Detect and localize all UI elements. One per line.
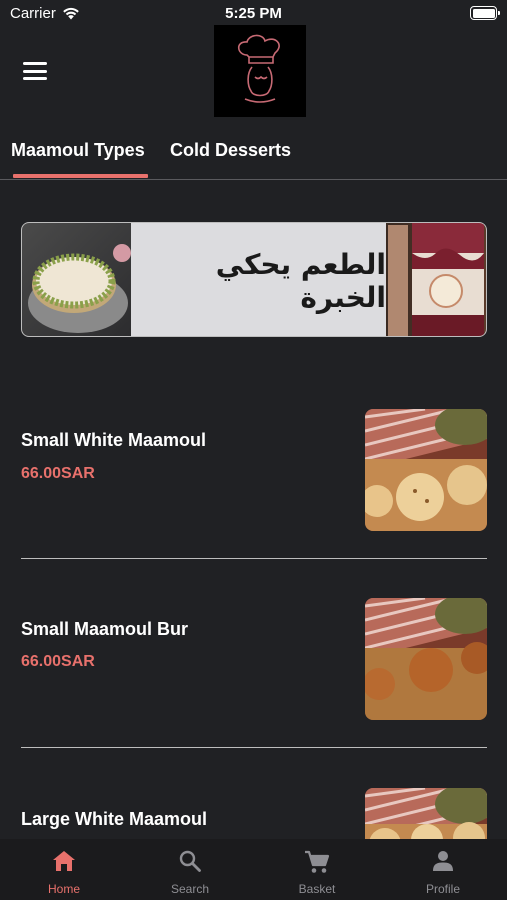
nav-search[interactable]: Search (127, 839, 253, 900)
home-icon (53, 851, 75, 871)
status-bar: Carrier 5:25 PM (0, 0, 507, 26)
person-icon (433, 851, 453, 871)
search-icon (179, 850, 201, 872)
banner-dessert-cups-image (386, 223, 486, 336)
active-tab-indicator (13, 174, 148, 178)
nav-basket[interactable]: Basket (254, 839, 380, 900)
category-tabs: Maamoul Types Cold Desserts (0, 130, 507, 180)
nav-home[interactable]: Home (1, 839, 127, 900)
product-name: Large White Maamoul (21, 809, 208, 829)
divider (21, 747, 487, 748)
promo-banner[interactable]: الطعم يحكي الخبرة (21, 222, 487, 337)
product-image (365, 598, 487, 720)
nav-profile[interactable]: Profile (380, 839, 506, 900)
banner-slogan: الطعم يحكي الخبرة (215, 247, 386, 314)
tab-cold-desserts[interactable]: Cold Desserts (170, 140, 291, 161)
tab-maamoul-types[interactable]: Maamoul Types (11, 140, 145, 161)
status-time: 5:25 PM (225, 5, 282, 22)
app-logo (214, 25, 306, 117)
banner-cake-image (22, 223, 131, 336)
battery-icon (470, 6, 500, 20)
bottom-navigation: Home Search Basket Profile (0, 839, 507, 900)
cart-icon (305, 850, 330, 873)
product-name: Small Maamoul Bur (21, 619, 189, 639)
nav-search-label: Search (170, 882, 210, 896)
product-name: Small White Maamoul (21, 430, 207, 450)
hamburger-menu-icon (23, 62, 47, 65)
product-item[interactable]: Small Maamoul Bur 66.00SAR (21, 598, 487, 720)
nav-profile-label: Profile (425, 882, 460, 896)
nav-basket-label: Basket (298, 882, 336, 896)
product-image (365, 409, 487, 531)
product-item[interactable]: Small White Maamoul 66.00SAR (21, 409, 487, 531)
divider (21, 558, 487, 559)
menu-button[interactable] (23, 62, 47, 80)
product-price: 66.00SAR (21, 465, 95, 482)
chef-hat-logo-icon (237, 34, 280, 103)
nav-home-label: Home (47, 882, 80, 896)
product-price: 66.00SAR (21, 653, 95, 670)
